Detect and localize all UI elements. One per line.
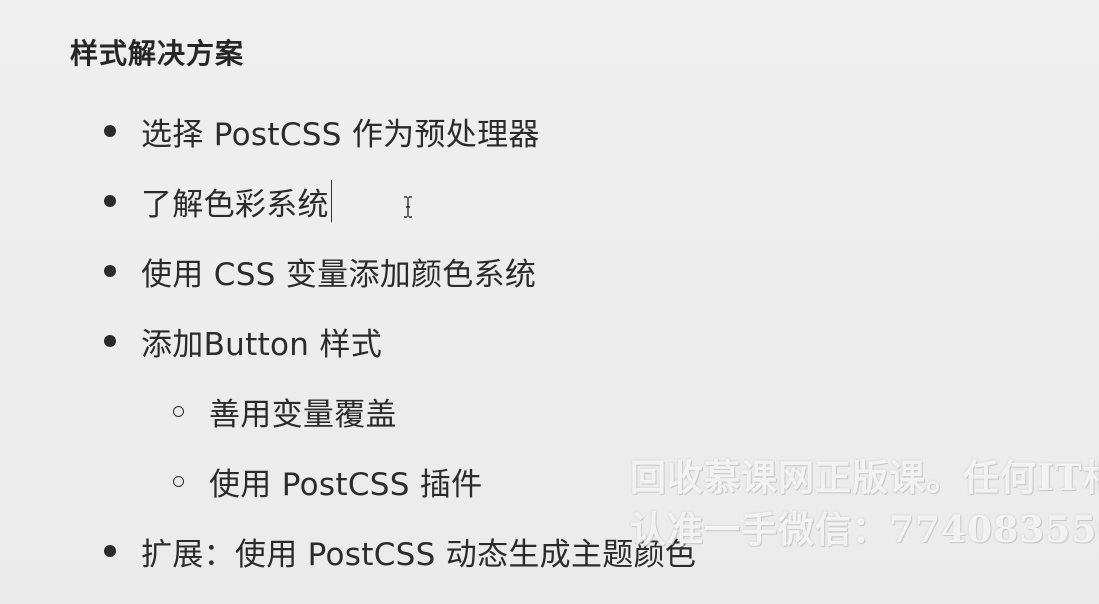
list-item: 了解色彩系统 [104, 179, 333, 224]
bullet-icon [104, 335, 116, 347]
list-item: 选择 PostCSS 作为预处理器 [104, 109, 540, 153]
watermark: 回收慕课网正版课。任何IT相关 认准一手微信：774083550 [630, 452, 1099, 562]
watermark-line: 认准一手微信：774083550 [630, 509, 1099, 551]
sub-list-item-label: 使用 PostCSS 插件 [209, 466, 483, 503]
list-item: 使用 CSS 变量添加颜色系统 [104, 249, 536, 293]
hollow-bullet-icon [173, 475, 184, 487]
list-item-label: 扩展：使用 PostCSS 动态生成主题颜色 [141, 536, 697, 573]
sub-list-item-label: 善用变量覆盖 [209, 396, 397, 433]
sub-list-item: 使用 PostCSS 插件 [173, 459, 482, 503]
text-caret [330, 180, 333, 222]
list-item-label[interactable]: 了解色彩系统 [141, 179, 329, 224]
list-item-label: 添加Button 样式 [141, 326, 382, 363]
list-item: 扩展：使用 PostCSS 动态生成主题颜色 [104, 529, 696, 573]
slide-title: 样式解决方案 [70, 37, 245, 70]
list-item-label: 使用 CSS 变量添加颜色系统 [141, 256, 537, 293]
bullet-icon [104, 195, 116, 207]
watermark-line: 回收慕课网正版课。任何IT相关 [630, 457, 1099, 499]
list-item-label: 选择 PostCSS 作为预处理器 [141, 116, 540, 153]
slide-page: 样式解决方案 选择 PostCSS 作为预处理器 了解色彩系统 使用 CSS 变… [0, 0, 1099, 604]
list-item: 添加Button 样式 [104, 319, 382, 363]
text-cursor-icon [404, 196, 412, 218]
sub-list-item: 善用变量覆盖 [173, 389, 397, 433]
hollow-bullet-icon [173, 405, 184, 417]
bullet-icon [104, 125, 116, 137]
bullet-icon [104, 265, 116, 277]
bullet-icon [104, 545, 116, 557]
